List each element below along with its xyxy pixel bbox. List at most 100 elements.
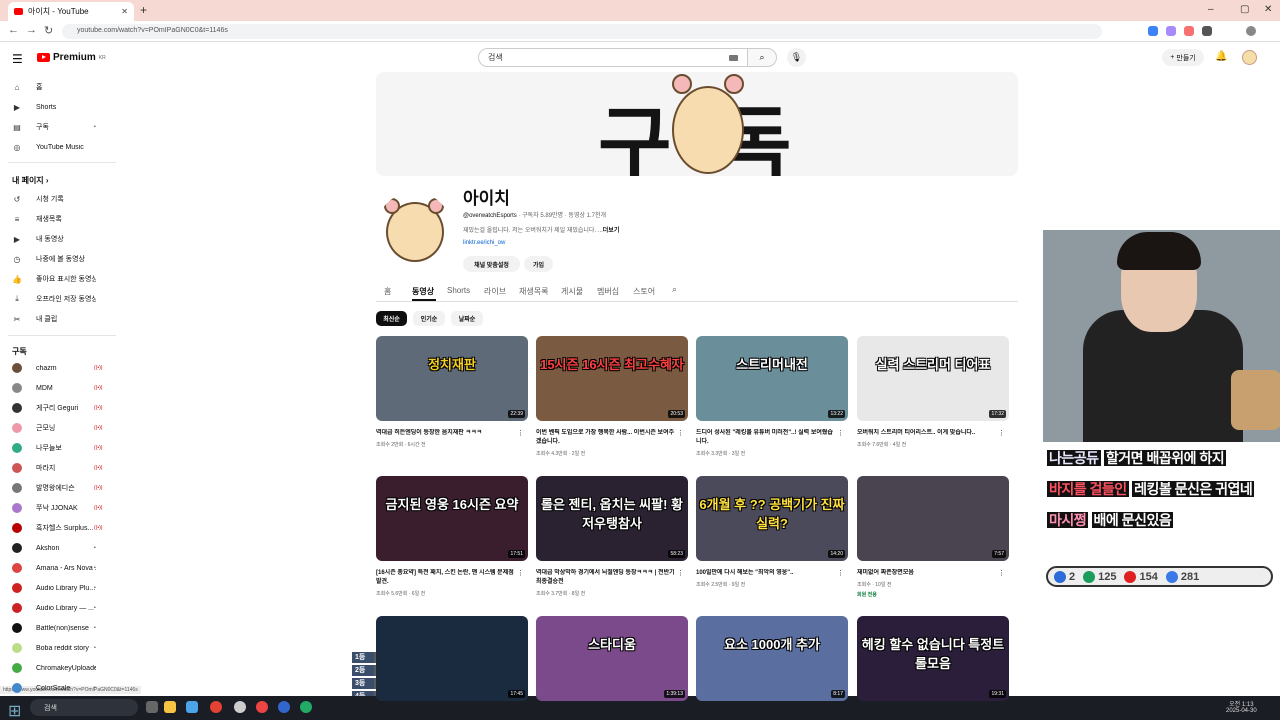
channel-tab[interactable]: 재생목록 [519,286,548,297]
create-button[interactable]: + 만들기 [1162,49,1204,66]
extension-icon[interactable] [1184,26,1194,36]
account-avatar[interactable] [1242,50,1257,65]
app-icon[interactable] [278,701,290,713]
video-card[interactable]: 정치재판 22:39 역대급 히든엔딩이 등장한 음치재판 ㅋㅋㅋ 조회수 2만회 ·… [376,336,528,448]
app-icon[interactable] [256,701,268,713]
customize-channel-button[interactable]: 채널 맞춤설정 [463,256,520,272]
extensions-icon[interactable] [1202,26,1212,36]
app-icon[interactable] [300,701,312,713]
subscription-item[interactable]: MDM ((•)) [0,378,118,398]
subscription-item[interactable]: 마라지 ((•)) [0,458,118,478]
search-input[interactable]: 검색 [478,48,748,67]
channel-search-icon[interactable]: ⌕ [672,284,677,295]
sidebar-item[interactable]: ⤓ 오프라인 저장 동영상 [0,289,118,309]
subscription-item[interactable]: Amaria - Ars Nova ... • [0,558,118,578]
video-thumbnail[interactable]: 실력 스트리머 티어표 17:32 [857,336,1009,421]
channel-tab[interactable]: 게시물 [561,286,583,297]
profile-icon[interactable] [1246,26,1256,36]
channel-tab[interactable]: 라이브 [484,286,506,297]
more-options-icon[interactable]: ⋮ [517,429,524,437]
more-options-icon[interactable]: ⋮ [998,429,1005,437]
video-card[interactable]: 롤은 젠티, 옵치는 씨팔! 황저우탱참사 58:23 역대급 막상막하 경기에서 … [536,476,688,597]
video-title[interactable]: 이번 벤픽 도입으로 가장 행복한 사람... 이번시즌 보여주겠습니다. [536,429,676,447]
more-options-icon[interactable]: ⋮ [517,569,524,577]
video-card[interactable]: 스타디움 1:39:13 [536,616,688,701]
more-options-icon[interactable]: ⋮ [998,569,1005,577]
video-thumbnail[interactable]: 15시즌 16시즌 최고수혜자 20:53 [536,336,688,421]
video-title[interactable]: 역대급 히든엔딩이 등장한 음치재판 ㅋㅋㅋ [376,429,516,438]
video-title[interactable]: 드디어 성사된 "레킹볼 유튜버 미러전"..! 실력 보여줬습니다. [696,429,836,447]
sort-chip[interactable]: 인기순 [413,311,445,326]
video-thumbnail[interactable]: 스트리머내전 13:22 [696,336,848,421]
subscription-item[interactable]: Boba reddit story • [0,638,118,658]
video-title[interactable]: [16시즌 총요약] 특전 패치, 스킨 논란, 맨 시스템 문제점 발견. [376,569,516,587]
sidebar-item[interactable]: ⌂ 홈 [0,77,118,97]
video-card[interactable]: 15시즌 16시즌 최고수혜자 20:53 이번 벤픽 도입으로 가장 행복한 사람… [536,336,688,457]
video-title[interactable]: 100일만에 다시 해보는 "최악의 영웅".. [696,569,836,578]
subscription-item[interactable]: Audio Library — ... • [0,598,118,618]
channel-tab[interactable]: 홈 [384,286,391,297]
notifications-bell-icon[interactable]: 🔔 [1215,51,1227,62]
system-clock[interactable]: 오전 1:13 2025-04-30 [1226,699,1257,714]
video-title[interactable]: 오버워치 스트리머 티어리스트.. 이게 맞습니다.. [857,429,997,438]
sort-chip[interactable]: 날짜순 [451,311,483,326]
video-thumbnail[interactable]: 7:57 [857,476,1009,561]
video-card[interactable]: 7:57 재미없어 짜픈장면모음 조회수 · 10일 전 회원 전용 ⋮ [857,476,1009,598]
sidebar-item[interactable]: ▶ Shorts [0,97,118,117]
video-thumbnail[interactable]: 17:45 [376,616,528,701]
chrome-icon[interactable] [210,701,222,713]
video-thumbnail[interactable]: 요소 1000개 추가 8:17 [696,616,848,701]
taskbar-search[interactable]: 검색 [30,699,138,716]
sidebar-item[interactable]: ✂ 내 클립 [0,309,118,329]
youtube-logo[interactable]: Premium KR [37,52,106,63]
keyboard-icon[interactable] [729,54,738,61]
url-input[interactable]: youtube.com/watch?v=POmIPaGN0C0&t=1146s [62,24,1102,39]
video-thumbnail[interactable]: 헤킹 할수 없습니다 특정트롤모음 19:31 [857,616,1009,701]
app-icon[interactable] [234,701,246,713]
subscription-item[interactable]: ChromakeyUploader • [0,658,118,678]
channel-tab[interactable]: Shorts [447,286,470,295]
video-card[interactable]: 금지된 영웅 16시즌 요약 17:51 [16시즌 총요약] 특전 패치, 스킨 … [376,476,528,597]
video-thumbnail[interactable]: 스타디움 1:39:13 [536,616,688,701]
channel-link[interactable]: linktr.ee/ichi_ow [463,240,505,246]
maximize-icon[interactable]: ▢ [1240,4,1249,15]
channel-tab[interactable]: 동영상 [412,286,434,297]
video-card[interactable]: 스트리머내전 13:22 드디어 성사된 "레킹볼 유튜버 미러전"..! 실력 보… [696,336,848,457]
subscription-item[interactable]: chazm ((•)) [0,358,118,378]
sidebar-item[interactable]: ◷ 나중에 볼 동영상 [0,249,118,269]
video-thumbnail[interactable]: 6개월 후 ?? 공백기가 진짜 실력? 14:20 [696,476,848,561]
channel-tab[interactable]: 멤버십 [597,286,619,297]
sidebar-item[interactable]: ≡ 재생목록 [0,209,118,229]
sort-chip[interactable]: 최신순 [376,311,407,326]
more-link[interactable]: 더보기 [603,228,620,234]
video-card[interactable]: 17:45 [376,616,528,701]
windows-start-icon[interactable]: ⊞ [8,701,21,720]
more-options-icon[interactable]: ⋮ [837,429,844,437]
minimize-icon[interactable]: – [1208,4,1214,15]
forward-icon[interactable]: → [26,24,37,36]
video-card[interactable]: 헤킹 할수 없습니다 특정트롤모음 19:31 [857,616,1009,701]
video-thumbnail[interactable]: 정치재판 22:39 [376,336,528,421]
search-button[interactable]: ⌕ [747,48,777,67]
join-button[interactable]: 가입 [524,256,553,272]
my-page-heading[interactable]: 내 페이지 › [12,175,49,186]
more-options-icon[interactable]: ⋮ [677,569,684,577]
video-card[interactable]: 6개월 후 ?? 공백기가 진짜 실력? 14:20 100일만에 다시 해보는 "… [696,476,848,588]
subscription-item[interactable]: 근모닝 ((•)) [0,418,118,438]
channel-tab[interactable]: 스토어 [633,286,655,297]
back-icon[interactable]: ← [8,24,19,36]
video-title[interactable]: 역대급 막상막하 경기에서 뇌절엔딩 등장ㅋㅋㅋ | 전반기 최종결승전 [536,569,676,587]
subscription-item[interactable]: Battle(non)sense • [0,618,118,638]
extension-icon[interactable] [1166,26,1176,36]
channel-avatar[interactable] [376,192,452,268]
task-view-icon[interactable] [146,701,158,713]
close-tab-icon[interactable]: ✕ [121,7,128,16]
more-options-icon[interactable]: ⋮ [677,429,684,437]
subscription-item[interactable]: 흑자헬스 Surplus... ((•)) [0,518,118,538]
close-window-icon[interactable]: ✕ [1264,4,1272,15]
sidebar-item[interactable]: 👍 좋아요 표시한 동영상 [0,269,118,289]
subscription-item[interactable]: ColorScale • [0,678,118,698]
reload-icon[interactable]: ↻ [44,24,53,37]
app-icon[interactable] [186,701,198,713]
file-explorer-icon[interactable] [164,701,176,713]
